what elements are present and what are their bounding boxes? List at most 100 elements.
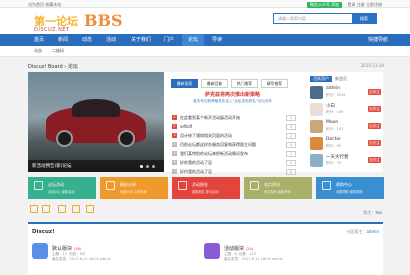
tab-hot[interactable]: 热门推荐 — [231, 79, 258, 88]
tab-active-users[interactable]: 活跃用户 — [310, 76, 332, 82]
follow-button[interactable]: 加关注 — [368, 140, 381, 146]
news-row[interactable]: 3 设计修了通知相关页面的活动 2 — [172, 132, 296, 140]
news-headline-summary: 重庆年初新策略发布会上"全民发帖排名"论坛总体 — [193, 99, 272, 103]
forum-name[interactable]: 活动版块 (24) — [224, 245, 253, 252]
folder-icon[interactable] — [30, 205, 38, 213]
breadcrumb[interactable]: Discuz! Board › 论坛 — [28, 63, 78, 70]
mail-icon[interactable] — [42, 205, 50, 213]
user-name[interactable]: 小白 — [326, 103, 335, 109]
tile-title: 帮助中心 — [336, 182, 352, 187]
row-title[interactable]: 目前论坛都这样办服务回复和获得版主问题 — [180, 142, 256, 148]
user-name[interactable]: Moon — [326, 120, 338, 125]
forum-name[interactable]: 默认版块 (56) — [52, 245, 81, 252]
search-input[interactable]: 请输入搜索内容 — [278, 16, 306, 22]
slide-caption-bar: 新活动预告(新)论坛 — [28, 160, 164, 172]
doc-icon[interactable] — [86, 205, 94, 213]
row-title[interactable]: 设计修了通知相关页面的活动 — [180, 133, 232, 139]
news-row[interactable]: 2 sdfsdf 0 — [172, 123, 296, 131]
logo-bbs-text: BBS — [84, 11, 123, 30]
slide-dot[interactable] — [152, 165, 155, 168]
follow-button[interactable]: 加关注 — [368, 89, 381, 95]
avatar[interactable] — [310, 103, 323, 116]
tile-help[interactable]: 帮助中心问题帮助 使用帮助 — [316, 177, 384, 199]
news-row[interactable]: 5 我们某特别的论坛来把新活动情况发布 1 — [172, 150, 296, 158]
tab-latest-replies[interactable]: 最新回复 — [201, 79, 228, 88]
forum-last-post: 最后发表：2017-8-12 18:00 admin — [52, 257, 111, 261]
row-title[interactable]: sdfsdf — [180, 124, 192, 129]
forum-icon — [32, 243, 48, 259]
news-row[interactable]: 6 好的我的活动了没 0 — [172, 159, 296, 167]
tile-sharing[interactable]: 精彩分享 资源分享 点击查看 — [100, 177, 168, 199]
forum-icon — [204, 243, 220, 259]
nav-item-dynamic[interactable]: 动态 — [76, 34, 98, 46]
nav-item-news[interactable]: 新闻 — [52, 34, 74, 46]
tag-icon[interactable] — [72, 205, 80, 213]
slide-dot[interactable] — [140, 165, 143, 168]
avatar[interactable] — [310, 154, 323, 167]
row-title[interactable]: 在此看到某个新开活动展活动开始 — [180, 115, 240, 121]
nav-item-guide[interactable]: 导读 — [206, 34, 228, 46]
row-count: 0 — [286, 141, 296, 148]
nav-item-portal[interactable]: 门户 — [158, 34, 180, 46]
login-register-link[interactable]: 登录 注册 立即注册 — [347, 2, 382, 7]
set-homepage-link[interactable]: 设为首页 收藏本站 — [28, 2, 61, 8]
tile-site-news[interactable]: 站点资讯 官方发布 最新资讯 — [244, 177, 312, 199]
forum-entry[interactable]: 活动版块 (24) 主题：6, 帖数：153 最后发表：2017-8-12 18… — [204, 243, 364, 273]
section-title[interactable]: Discuz! — [32, 229, 55, 235]
moderator-info: 版主：teo — [364, 210, 382, 216]
avatar[interactable] — [310, 137, 323, 150]
nav-item-events[interactable]: 活动 — [100, 34, 122, 46]
follow-button[interactable]: 加关注 — [368, 157, 381, 163]
row-title[interactable]: 我们某特别的论坛来把新活动情况发布 — [180, 151, 248, 157]
subnav-item-dynamic[interactable]: 动态 — [34, 48, 42, 54]
follow-button[interactable]: 加关注 — [368, 123, 381, 129]
nav-item-about[interactable]: 关于我们 — [126, 34, 156, 46]
featured-slideshow[interactable]: 新活动预告(新)论坛 — [28, 72, 164, 172]
tab-digest[interactable]: 精华推荐 — [261, 79, 288, 88]
site-logo[interactable]: 第一论坛 BBS DISCUZ.NET — [34, 11, 126, 35]
moderator-name[interactable]: teo — [376, 210, 382, 215]
row-title[interactable]: 好约我的活动了没 — [180, 169, 212, 175]
row-number: 5 — [172, 151, 177, 156]
row-count: 1 — [286, 114, 296, 121]
user-points: 积分：109 — [326, 110, 344, 114]
row-count: 0 — [286, 168, 296, 175]
tab-new-members[interactable]: 新会员 — [335, 76, 347, 81]
wechat-button[interactable]: 微信公众号 添加 — [306, 1, 343, 8]
user-sidebar: 活跃用户 新会员 admin 积分：3519 加关注 小白 积分：109 加关注 … — [310, 72, 383, 172]
section-moderator-name[interactable]: admin — [366, 229, 379, 234]
slide-dot[interactable] — [146, 165, 149, 168]
icon-row — [28, 205, 383, 217]
tile-signup[interactable]: 活动报名 最新报名 参与活动 — [172, 177, 240, 199]
image-icon[interactable] — [58, 205, 66, 213]
news-row[interactable]: 1 在此看到某个新开活动展活动开始 1 — [172, 114, 296, 122]
section-moderator-label: 分区版主： — [346, 229, 367, 234]
avatar[interactable] — [310, 120, 323, 133]
user-entry[interactable]: 一天大行者 积分：78 加关注 — [310, 154, 383, 174]
row-number: 4 — [172, 142, 177, 147]
user-name[interactable]: 一天大行者 — [326, 154, 349, 160]
news-row[interactable]: 4 目前论坛都这样办服务回复和获得版主问题 0 — [172, 141, 296, 149]
tile-subtitle: 问题帮助 使用帮助 — [336, 190, 363, 194]
user-name[interactable]: Doctor — [326, 137, 341, 142]
subnav-item-qrcode[interactable]: 二维码 — [52, 48, 64, 54]
row-number: 3 — [172, 133, 177, 138]
site-header: 第一论坛 BBS DISCUZ.NET 请输入搜索内容 搜索 — [0, 8, 410, 34]
nav-item-home[interactable]: 首页 — [28, 34, 50, 46]
tab-latest-posts[interactable]: 最新发表 — [171, 79, 198, 88]
nav-item-forum[interactable]: 论坛 — [182, 34, 204, 46]
current-date: 2015-11-20 — [360, 63, 384, 68]
row-title[interactable]: 好的我的活动了没 — [180, 160, 212, 166]
search-button[interactable]: 搜索 — [352, 14, 376, 23]
car-roof — [72, 99, 120, 117]
tile-forum-activity[interactable]: 论坛活动 活动中心 最新活动 — [28, 177, 96, 199]
follow-button[interactable]: 加关注 — [368, 106, 381, 112]
user-name[interactable]: admin — [326, 86, 340, 91]
quick-tiles: 论坛活动 活动中心 最新活动 精彩分享 资源分享 点击查看 活动报名 最新报名 参与活… — [28, 177, 384, 199]
quick-nav-button[interactable]: 快捷导航 — [368, 34, 388, 46]
row-number: 6 — [172, 160, 177, 165]
news-headline[interactable]: 萨克兹将两次推出新策略 — [166, 91, 299, 98]
forum-entry[interactable]: 默认版块 (56) 主题：15, 帖数：6万 最后发表：2017-8-12 18… — [32, 243, 192, 273]
avatar[interactable] — [310, 86, 323, 99]
news-row[interactable]: 7 好约我的活动了没 0 — [172, 168, 296, 176]
